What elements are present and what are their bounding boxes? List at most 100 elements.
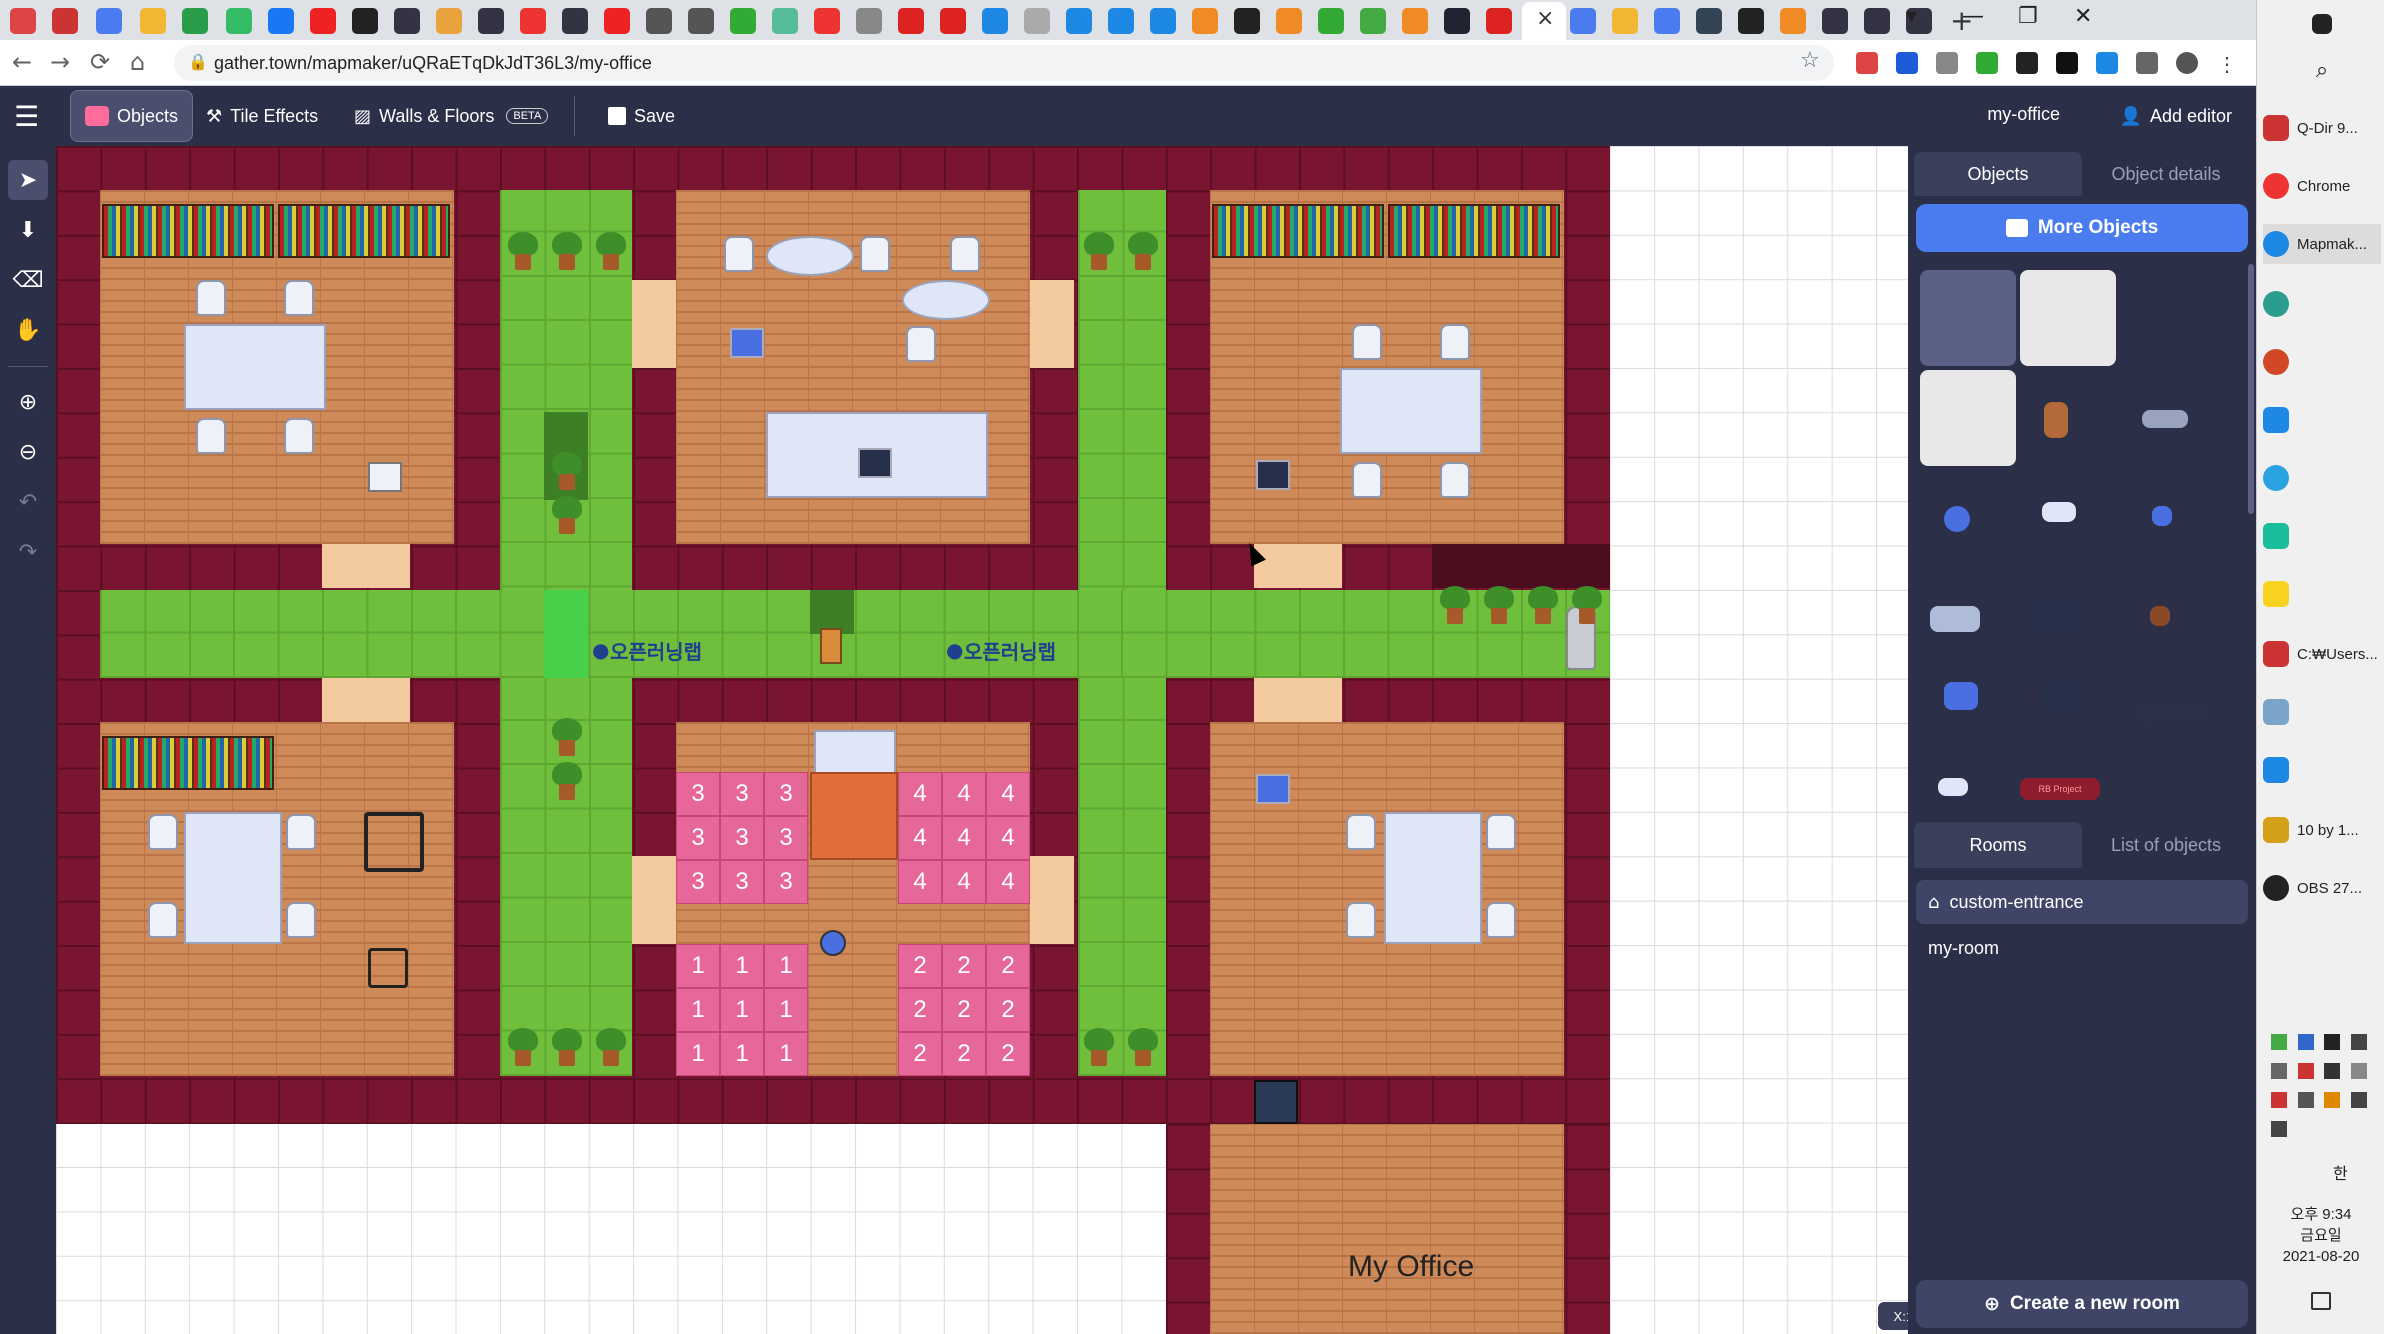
tv-screen[interactable] [1256, 460, 1290, 490]
round-table[interactable] [902, 280, 990, 320]
object-thumb-globe[interactable] [1944, 506, 1970, 532]
corridor-sign-2[interactable]: 오픈러닝랩 [964, 636, 1056, 665]
object-thumb-book[interactable] [2150, 606, 2170, 626]
browser-tab[interactable] [1486, 8, 1512, 34]
potted-plant[interactable] [550, 452, 584, 492]
tab-rooms[interactable]: Rooms [1914, 822, 2082, 868]
extension-icon[interactable] [1896, 52, 1918, 74]
potted-plant[interactable] [1570, 586, 1604, 626]
taskbar-app[interactable] [2263, 400, 2381, 440]
browser-tab[interactable] [96, 8, 122, 34]
forward-button[interactable]: → [50, 48, 70, 76]
taskbar-item-mapmaker[interactable]: Mapmak... [2263, 224, 2381, 264]
add-editor-button[interactable]: 👤 Add editor [2110, 90, 2242, 142]
puzzle-extensions-icon[interactable] [2136, 52, 2158, 74]
chair[interactable] [1440, 462, 1470, 498]
extension-icon[interactable] [1936, 52, 1958, 74]
potted-plant[interactable] [1126, 232, 1160, 272]
close-window-button[interactable]: ✕ [2074, 4, 2092, 29]
seat-number-tile[interactable]: 3 [764, 860, 808, 904]
potted-plant[interactable] [550, 496, 584, 536]
object-thumb-tv[interactable] [2030, 602, 2078, 630]
object-thumb-my-office[interactable]: My Office [2136, 704, 2203, 722]
tab-object-details[interactable]: Object details [2082, 152, 2250, 196]
select-tool-icon[interactable]: ➤ [8, 160, 48, 200]
walls-floors-button[interactable]: ▨ Walls & Floors BETA [340, 90, 562, 142]
seat-number-tile[interactable]: 3 [764, 816, 808, 860]
browser-tab[interactable] [1444, 8, 1470, 34]
chair[interactable] [950, 236, 980, 272]
potted-plant[interactable] [594, 1028, 628, 1068]
taskbar-app[interactable] [2263, 574, 2381, 614]
browser-tab[interactable] [268, 8, 294, 34]
hamburger-menu-icon[interactable]: ☰ [14, 100, 39, 133]
chair[interactable] [860, 236, 890, 272]
browser-tab[interactable] [310, 8, 336, 34]
seat-number-tile[interactable]: 3 [764, 772, 808, 816]
potted-plant[interactable] [550, 718, 584, 758]
potted-plant[interactable] [506, 232, 540, 272]
potted-plant[interactable] [1126, 1028, 1160, 1068]
lecture-desk[interactable] [814, 730, 896, 774]
taskbar-item-obs[interactable]: OBS 27... [2263, 868, 2381, 908]
potted-plant[interactable] [1082, 232, 1116, 272]
taskbar-app[interactable] [2263, 692, 2381, 732]
profile-avatar[interactable] [2176, 52, 2198, 74]
computer-monitor[interactable] [858, 448, 892, 478]
taskbar-item-10by1[interactable]: 10 by 1... [2263, 810, 2381, 850]
browser-tab[interactable] [182, 8, 208, 34]
potted-plant[interactable] [506, 1028, 540, 1068]
gmail-extension-icon[interactable] [1856, 52, 1878, 74]
notification-icon[interactable] [2311, 1292, 2331, 1310]
globe-object[interactable] [820, 930, 846, 956]
tray-icon[interactable] [2297, 1092, 2314, 1108]
taskbar-app[interactable] [2263, 342, 2381, 382]
tray-icon[interactable] [2324, 1063, 2340, 1079]
chart-search-icon[interactable] [368, 948, 408, 988]
redo-icon[interactable]: ↷ [8, 532, 48, 572]
seat-number-tile[interactable]: 1 [720, 944, 764, 988]
megaphone-tiles[interactable] [810, 772, 898, 860]
seat-number-tile[interactable]: 1 [720, 988, 764, 1032]
room-label-my-office[interactable]: My Office [1348, 1250, 1474, 1284]
room-item-my-room[interactable]: my-room [1916, 926, 2248, 970]
object-thumb-panel[interactable] [2142, 410, 2188, 428]
potted-plant[interactable] [1482, 586, 1516, 626]
browser-tab[interactable] [52, 8, 78, 34]
chair[interactable] [148, 814, 178, 850]
seat-number-tile[interactable]: 1 [676, 1032, 720, 1076]
minimize-button[interactable]: — [1962, 4, 1984, 29]
bookshelf[interactable] [102, 736, 274, 790]
chair[interactable] [1440, 324, 1470, 360]
object-thumb-blue-square[interactable] [2152, 506, 2172, 526]
browser-tab[interactable] [814, 8, 840, 34]
browser-tab[interactable] [140, 8, 166, 34]
seat-number-tile[interactable]: 4 [986, 772, 1030, 816]
seat-number-tile[interactable]: 4 [942, 772, 986, 816]
browser-menu-icon[interactable]: ⋮ [2216, 52, 2238, 76]
spawn-tile[interactable] [1254, 1080, 1298, 1124]
home-button[interactable]: ⌂ [130, 48, 145, 76]
potted-plant[interactable] [550, 762, 584, 802]
browser-tab[interactable] [1570, 8, 1596, 34]
seat-number-tile[interactable]: 1 [676, 944, 720, 988]
seat-number-tile[interactable]: 3 [720, 772, 764, 816]
chair[interactable] [284, 280, 314, 316]
potted-plant[interactable] [1438, 586, 1472, 626]
seat-number-tile[interactable]: 2 [898, 944, 942, 988]
browser-tab[interactable] [520, 8, 546, 34]
undo-icon[interactable]: ↶ [8, 482, 48, 522]
browser-tab[interactable] [1276, 8, 1302, 34]
chair[interactable] [1486, 814, 1516, 850]
chair[interactable] [1346, 902, 1376, 938]
bookshelf[interactable] [1212, 204, 1384, 258]
browser-tab[interactable] [1318, 8, 1344, 34]
chart-search-icon[interactable] [364, 812, 424, 872]
taskbar-item-chrome[interactable]: Chrome [2263, 166, 2381, 206]
seat-number-tile[interactable]: 3 [676, 772, 720, 816]
taskbar-item-explorer[interactable]: C:₩Users... [2263, 634, 2381, 674]
browser-tab[interactable] [856, 8, 882, 34]
bookshelf[interactable] [102, 204, 274, 258]
chair[interactable] [148, 902, 178, 938]
browser-tab[interactable] [1234, 8, 1260, 34]
